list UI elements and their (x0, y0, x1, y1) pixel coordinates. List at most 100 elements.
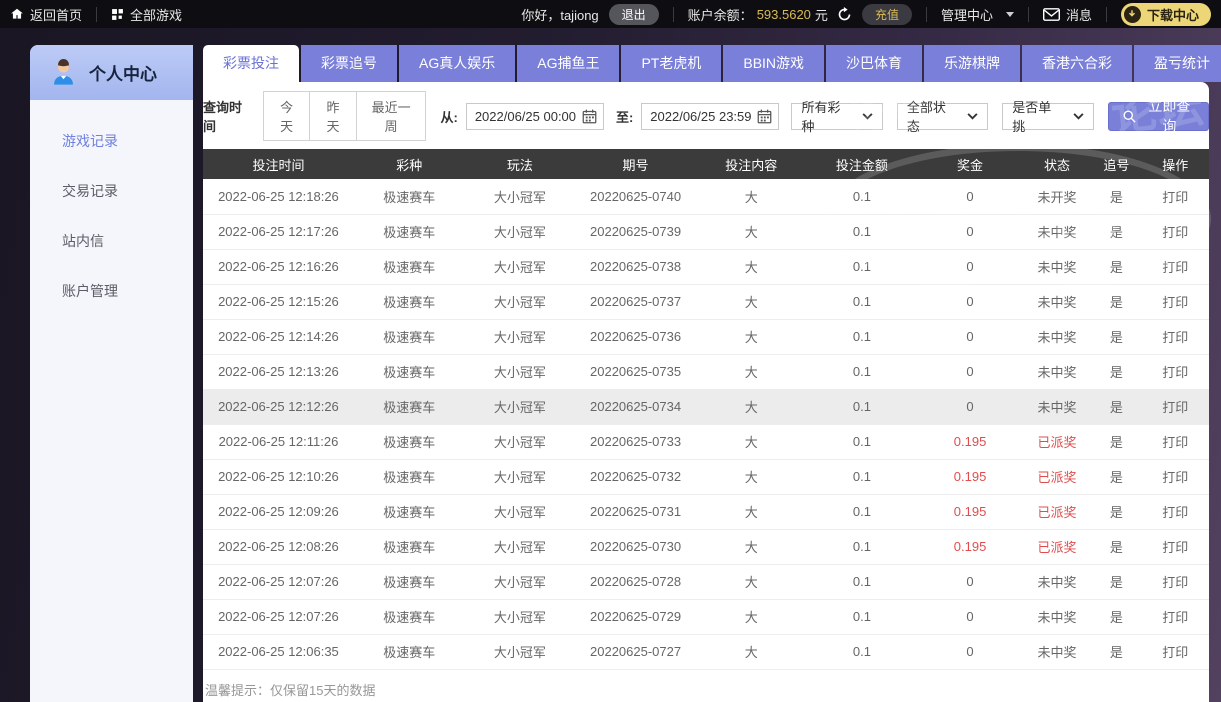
page-body: 个人中心 游戏记录 交易记录 站内信 账户管理 彩票投注 彩票追号 AG真人娱乐… (0, 28, 1221, 702)
tab-hk-mark-six[interactable]: 香港六合彩 (1022, 45, 1133, 82)
refresh-balance-icon[interactable] (837, 6, 852, 22)
cell-action[interactable]: 打印 (1141, 424, 1209, 460)
admin-center-menu[interactable]: 管理中心 (941, 5, 1014, 24)
cell-action[interactable]: 打印 (1141, 599, 1209, 635)
cell-action[interactable]: 打印 (1141, 354, 1209, 390)
tab-profit-stats[interactable]: 盈亏统计 (1134, 45, 1221, 82)
cell-amount: 0.1 (806, 319, 918, 355)
to-date-input[interactable]: 2022/06/25 23:59 (641, 102, 780, 130)
lottery-type-select[interactable]: 所有彩种 (791, 100, 883, 134)
table-row[interactable]: 2022-06-25 12:09:26 极速赛车 大小冠军 20220625-0731… (203, 494, 1209, 530)
cell-prize: 0.195 (917, 529, 1023, 565)
all-games-link[interactable]: 全部游戏 (111, 5, 182, 24)
tab-ag-fishing[interactable]: AG捕鱼王 (517, 45, 620, 82)
recharge-button[interactable]: 充值 (861, 3, 912, 25)
table-row[interactable]: 2022-06-25 12:15:26 极速赛车 大小冠军 20220625-0737… (203, 284, 1209, 320)
cell-content: 大 (695, 494, 807, 530)
table-row[interactable]: 2022-06-25 12:07:26 极速赛车 大小冠军 20220625-0728… (203, 564, 1209, 600)
single-pick-value: 是否单挑 (1012, 100, 1052, 134)
table-row[interactable]: 2022-06-25 12:11:26 极速赛车 大小冠军 20220625-0733… (203, 424, 1209, 460)
today-button[interactable]: 今天 (262, 91, 311, 141)
cell-lottery: 极速赛车 (353, 564, 465, 600)
cell-play: 大小冠军 (464, 599, 576, 635)
cell-issue: 20220625-0729 (575, 599, 696, 635)
cell-time: 2022-06-25 12:08:26 (203, 529, 354, 565)
sidebar-item-transaction-records[interactable]: 交易记录 (30, 166, 193, 216)
logout-button[interactable]: 退出 (608, 3, 659, 25)
cell-issue: 20220625-0727 (575, 634, 696, 670)
all-games-label: 全部游戏 (130, 7, 183, 23)
search-button[interactable]: 立即查询 (1107, 98, 1209, 134)
tab-lottery-chase[interactable]: 彩票追号 (301, 45, 397, 82)
cell-action[interactable]: 打印 (1141, 214, 1209, 250)
table-row[interactable]: 2022-06-25 12:17:26 极速赛车 大小冠军 20220625-0739… (203, 214, 1209, 250)
cell-action[interactable]: 打印 (1141, 179, 1209, 215)
status-select[interactable]: 全部状态 (896, 100, 989, 134)
cell-action[interactable]: 打印 (1141, 319, 1209, 355)
tab-saba-sports[interactable]: 沙巴体育 (826, 45, 923, 82)
table-row[interactable]: 2022-06-25 12:14:26 极速赛车 大小冠军 20220625-0736… (203, 319, 1209, 355)
calendar-icon[interactable] (582, 109, 597, 124)
cell-play: 大小冠军 (464, 529, 576, 565)
cell-time: 2022-06-25 12:09:26 (203, 494, 354, 530)
cell-play: 大小冠军 (464, 424, 576, 460)
yesterday-button[interactable]: 昨天 (309, 91, 357, 141)
cell-play: 大小冠军 (464, 354, 576, 390)
sidebar-item-site-mail[interactable]: 站内信 (30, 216, 193, 266)
table-row[interactable]: 2022-06-25 12:08:26 极速赛车 大小冠军 20220625-0730… (203, 529, 1209, 565)
sidebar-item-game-records[interactable]: 游戏记录 (30, 116, 193, 166)
cell-lottery: 极速赛车 (353, 424, 465, 460)
calendar-icon[interactable] (757, 109, 772, 124)
cell-status: 已派奖 (1022, 459, 1092, 495)
balance-value: 593.5620 (756, 6, 811, 22)
cell-amount: 0.1 (806, 284, 918, 320)
cell-lottery: 极速赛车 (353, 459, 465, 495)
from-date-input[interactable]: 2022/06/25 00:00 (465, 102, 604, 130)
cell-content: 大 (695, 284, 807, 320)
tab-pt-slots[interactable]: PT老虎机 (621, 45, 722, 82)
home-link[interactable]: 返回首页 (10, 5, 82, 24)
table-row[interactable]: 2022-06-25 12:18:26 极速赛车 大小冠军 20220625-0740… (203, 179, 1209, 215)
home-icon (10, 7, 24, 21)
table-row[interactable]: 2022-06-25 12:10:26 极速赛车 大小冠军 20220625-0732… (203, 459, 1209, 495)
table-row[interactable]: 2022-06-25 12:12:26 极速赛车 大小冠军 20220625-0734… (203, 389, 1209, 425)
col-amount: 投注金额 (806, 149, 918, 179)
table-row[interactable]: 2022-06-25 12:07:26 极速赛车 大小冠军 20220625-0729… (203, 599, 1209, 635)
cell-action[interactable]: 打印 (1141, 284, 1209, 320)
sidebar-item-account-management[interactable]: 账户管理 (30, 266, 193, 316)
cell-action[interactable]: 打印 (1141, 494, 1209, 530)
col-status: 状态 (1022, 149, 1092, 179)
col-play: 玩法 (464, 149, 576, 179)
cell-action[interactable]: 打印 (1141, 389, 1209, 425)
balance-label: 账户余额： (687, 7, 753, 23)
messages-link[interactable]: 消息 (1042, 5, 1092, 24)
last-week-button[interactable]: 最近一周 (355, 91, 427, 141)
cell-amount: 0.1 (806, 179, 918, 215)
download-center-button[interactable]: 下载中心 (1120, 2, 1211, 26)
col-bet-time: 投注时间 (203, 149, 354, 179)
tab-leyou-chess[interactable]: 乐游棋牌 (924, 45, 1021, 82)
table-row[interactable]: 2022-06-25 12:16:26 极速赛车 大小冠军 20220625-0738… (203, 249, 1209, 285)
status-value: 全部状态 (906, 100, 946, 134)
cell-chase: 是 (1091, 319, 1142, 355)
col-action: 操作 (1141, 149, 1209, 179)
cell-play: 大小冠军 (464, 249, 576, 285)
divider (1027, 6, 1029, 22)
grid-icon (111, 8, 124, 21)
tab-lottery-bets[interactable]: 彩票投注 (203, 45, 299, 82)
table-row[interactable]: 2022-06-25 12:06:35 极速赛车 大小冠军 20220625-0727… (203, 634, 1209, 670)
tab-ag-live[interactable]: AG真人娱乐 (399, 45, 516, 82)
cell-time: 2022-06-25 12:11:26 (203, 424, 354, 460)
cell-content: 大 (695, 424, 807, 460)
cell-action[interactable]: 打印 (1141, 249, 1209, 285)
cell-action[interactable]: 打印 (1141, 459, 1209, 495)
single-pick-select[interactable]: 是否单挑 (1002, 100, 1094, 134)
table-row[interactable]: 2022-06-25 12:13:26 极速赛车 大小冠军 20220625-0735… (203, 354, 1209, 390)
col-chase: 追号 (1091, 149, 1142, 179)
cell-action[interactable]: 打印 (1141, 634, 1209, 670)
cell-action[interactable]: 打印 (1141, 564, 1209, 600)
tab-bbin-games[interactable]: BBIN游戏 (723, 45, 825, 82)
cell-action[interactable]: 打印 (1141, 529, 1209, 565)
cell-amount: 0.1 (806, 494, 918, 530)
cell-issue: 20220625-0732 (575, 459, 696, 495)
